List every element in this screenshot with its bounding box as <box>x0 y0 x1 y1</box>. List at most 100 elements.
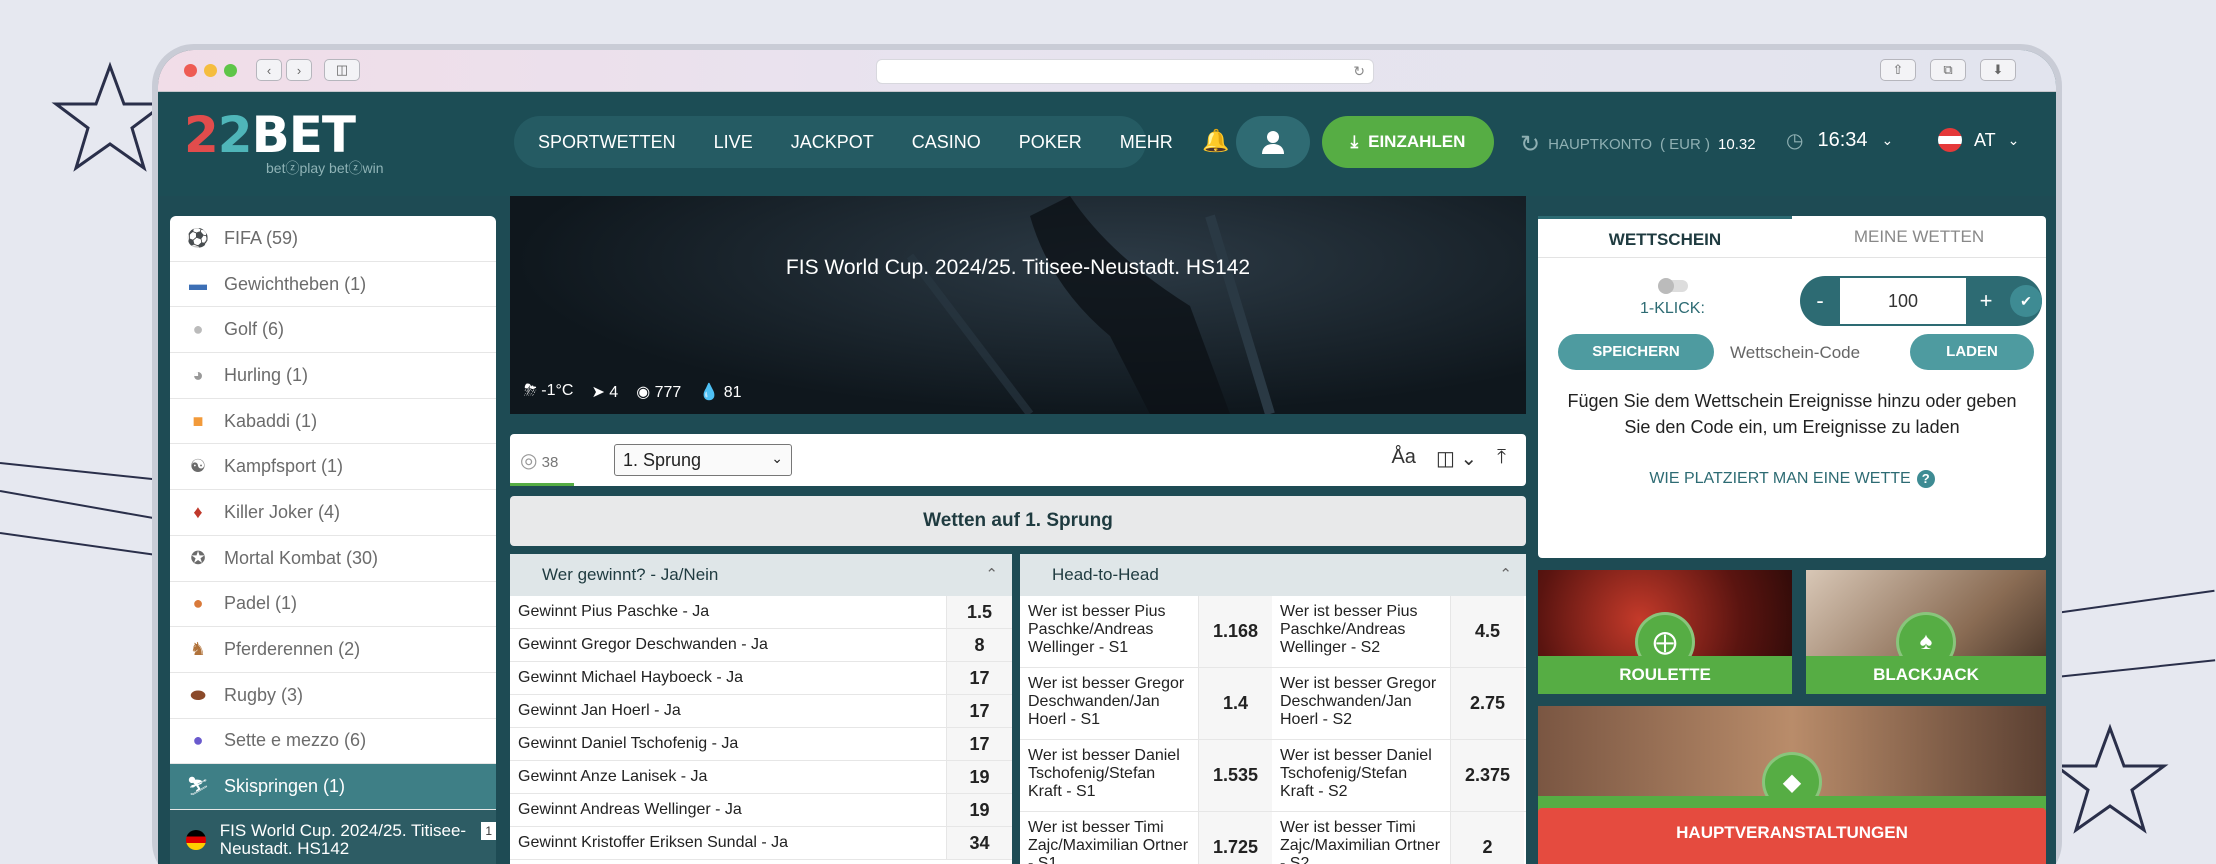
odd-button[interactable]: 1.168 <box>1198 596 1272 667</box>
clock-icon: ◷ <box>1786 130 1804 152</box>
odd-button[interactable]: 4.5 <box>1450 596 1524 667</box>
event-banner: FIS World Cup. 2024/25. Titisee-Neustadt… <box>510 196 1526 414</box>
save-button[interactable]: SPEICHERN <box>1558 334 1714 370</box>
weather-humidity: 💧 81 <box>699 384 742 401</box>
odd-button[interactable]: 19 <box>946 794 1012 826</box>
odd-button[interactable]: 1.535 <box>1198 740 1272 811</box>
nav-jackpot[interactable]: JACKPOT <box>791 132 874 153</box>
odd-button[interactable]: 2.75 <box>1450 668 1524 739</box>
weightlifting-icon: ▬ <box>189 273 207 294</box>
logo-tagline: betⓩplay betⓩwin <box>266 160 384 176</box>
table-row: Gewinnt Daniel Tschofenig - Ja 17 <box>510 728 1012 761</box>
sidebar-item[interactable]: ■ Kabaddi (1) <box>170 399 496 445</box>
user-icon <box>1262 131 1284 154</box>
weather-wind: ➤ 4 <box>591 384 619 401</box>
sidebar-item[interactable]: ✪ Mortal Kombat (30) <box>170 536 496 582</box>
close-dot[interactable] <box>184 64 197 77</box>
sidebar-item[interactable]: ▬ Gewichtheben (1) <box>170 262 496 308</box>
user-button[interactable] <box>1236 116 1310 168</box>
weather-temp: ⛈ -1°C <box>524 382 574 399</box>
load-button[interactable]: LADEN <box>1910 334 2034 370</box>
sidebar-item[interactable]: ⬬ Rugby (3) <box>170 673 496 719</box>
one-click-label: 1-KLICK: <box>1640 300 1705 317</box>
weather-stats: ⛈ -1°C ➤ 4 ◉ 777 💧 81 <box>524 382 741 402</box>
market-header[interactable]: Wer gewinnt? - Ja/Nein ⌃ <box>510 554 1012 596</box>
chevron-down-icon: ⌄ <box>1881 132 1894 148</box>
checkmark-icon[interactable]: ✔ <box>2010 285 2042 317</box>
star-decoration-icon <box>2051 723 2169 834</box>
nav-live[interactable]: LIVE <box>714 132 753 153</box>
sidebar-item[interactable]: ◕ Hurling (1) <box>170 353 496 399</box>
round-select[interactable]: 1. Sprung ⌄ <box>614 444 792 476</box>
odd-button[interactable]: 17 <box>946 695 1012 727</box>
tabs-icon[interactable]: ⧉ <box>1930 59 1966 81</box>
odd-button[interactable]: 1.4 <box>1198 668 1272 739</box>
refresh-icon[interactable]: ↻ <box>1520 130 1540 159</box>
forward-icon[interactable]: › <box>286 59 312 81</box>
killer-joker-icon: ♦ <box>193 501 203 522</box>
sidebar-item[interactable]: ● Sette e mezzo (6) <box>170 719 496 765</box>
market-header[interactable]: Head-to-Head ⌃ <box>1020 554 1526 596</box>
sidebar-item[interactable]: ● Golf (6) <box>170 307 496 354</box>
nav-sportwetten[interactable]: SPORTWETTEN <box>538 132 676 153</box>
germany-flag-icon <box>186 829 206 850</box>
tab-wettschein[interactable]: WETTSCHEIN <box>1538 216 1792 257</box>
minimize-dot[interactable] <box>204 64 217 77</box>
back-icon[interactable]: ‹ <box>256 59 282 81</box>
sports-sidebar: ⚽ FIFA (59) ▬ Gewichtheben (1) ● Golf (6) ◕… <box>170 216 496 864</box>
bet-code-input[interactable]: Wettschein-Code <box>1730 343 1860 363</box>
font-size-icon[interactable]: Åa <box>1391 446 1415 471</box>
deposit-button[interactable]: ⤓ EINZAHLEN <box>1322 116 1494 168</box>
stake-plus-button[interactable]: + <box>1966 288 2006 314</box>
odd-button[interactable]: 2.375 <box>1450 740 1524 811</box>
odd-button[interactable]: 1.5 <box>946 596 1012 628</box>
stake-input[interactable]: 100 <box>1840 278 1966 324</box>
bet-slip-hint: Fügen Sie dem Wettschein Ereignisse hinz… <box>1567 391 2017 437</box>
stake-minus-button[interactable]: - <box>1800 288 1840 314</box>
share-icon[interactable]: ⇧ <box>1880 59 1916 81</box>
odd-button[interactable]: 2 <box>1450 812 1524 864</box>
download-icon[interactable]: ⬇ <box>1980 59 2016 81</box>
collapse-icon[interactable]: ⌃ <box>985 554 998 596</box>
toolbar-icons: Åa ◫ ⌄ ⤒ <box>1391 446 1506 471</box>
main-events-button[interactable]: HAUPTVERANSTALTUNGEN <box>1538 808 2046 864</box>
odd-button[interactable]: 34 <box>946 827 1012 859</box>
odd-button[interactable]: 1.725 <box>1198 812 1272 864</box>
sidebar-item[interactable]: ♞ Pferderennen (2) <box>170 627 496 673</box>
clock[interactable]: ◷ 16:34 ⌄ <box>1786 128 1893 153</box>
sidebar-item[interactable]: ⚽ FIFA (59) <box>170 216 496 262</box>
market-count[interactable]: ◎ 38 <box>520 448 558 473</box>
address-bar[interactable]: ↻ <box>876 59 1374 84</box>
layout-columns-icon[interactable]: ◫ ⌄ <box>1436 446 1477 471</box>
hurling-icon: ◕ <box>192 364 204 385</box>
reload-icon[interactable]: ↻ <box>1353 63 1365 80</box>
nav-poker[interactable]: POKER <box>1019 132 1082 153</box>
fifa-icon: ⚽ <box>186 227 210 248</box>
sidebar-item[interactable]: ♦ Killer Joker (4) <box>170 490 496 536</box>
maximize-dot[interactable] <box>224 64 237 77</box>
horse-racing-icon: ♞ <box>189 639 207 660</box>
tab-meine-wetten[interactable]: MEINE WETTEN <box>1792 216 2046 257</box>
blackjack-tile[interactable]: ♠ BLACKJACK <box>1806 570 2046 694</box>
site-logo[interactable]: 22BET betⓩplay betⓩwin <box>184 106 384 178</box>
sidebar-item[interactable]: ☯ Kampfsport (1) <box>170 444 496 491</box>
sidebar-item[interactable]: ● Padel (1) <box>170 582 496 628</box>
odd-button[interactable]: 19 <box>946 761 1012 793</box>
roulette-tile[interactable]: ⨁ ROULETTE <box>1538 570 1792 694</box>
sidebar-item-skispringen[interactable]: ⛷ Skispringen (1) <box>170 764 496 810</box>
language-selector[interactable]: AT ⌄ <box>1938 128 2019 152</box>
sidebar-toggle-icon[interactable]: ◫ <box>324 59 360 81</box>
collapse-up-icon[interactable]: ⤒ <box>1497 446 1506 471</box>
sidebar-subitem-event[interactable]: FIS World Cup. 2024/25. Titisee-Neustadt… <box>170 809 496 864</box>
nav-mehr[interactable]: MEHR <box>1120 132 1173 153</box>
main-nav: SPORTWETTEN LIVE JACKPOT CASINO POKER ME… <box>514 116 1173 168</box>
odd-button[interactable]: 17 <box>946 662 1012 694</box>
collapse-icon[interactable]: ⌃ <box>1499 554 1512 596</box>
account-balance[interactable]: ↻ HAUPTKONTO ( EUR ) 10.32 <box>1520 130 1756 159</box>
bell-icon[interactable]: 🔔 <box>1202 128 1229 154</box>
nav-casino[interactable]: CASINO <box>912 132 981 153</box>
odd-button[interactable]: 17 <box>946 728 1012 760</box>
how-to-bet-link[interactable]: WIE PLATZIERT MAN EINE WETTE? <box>1538 470 2046 488</box>
one-click-toggle[interactable] <box>1658 278 1688 294</box>
odd-button[interactable]: 8 <box>946 629 1012 661</box>
